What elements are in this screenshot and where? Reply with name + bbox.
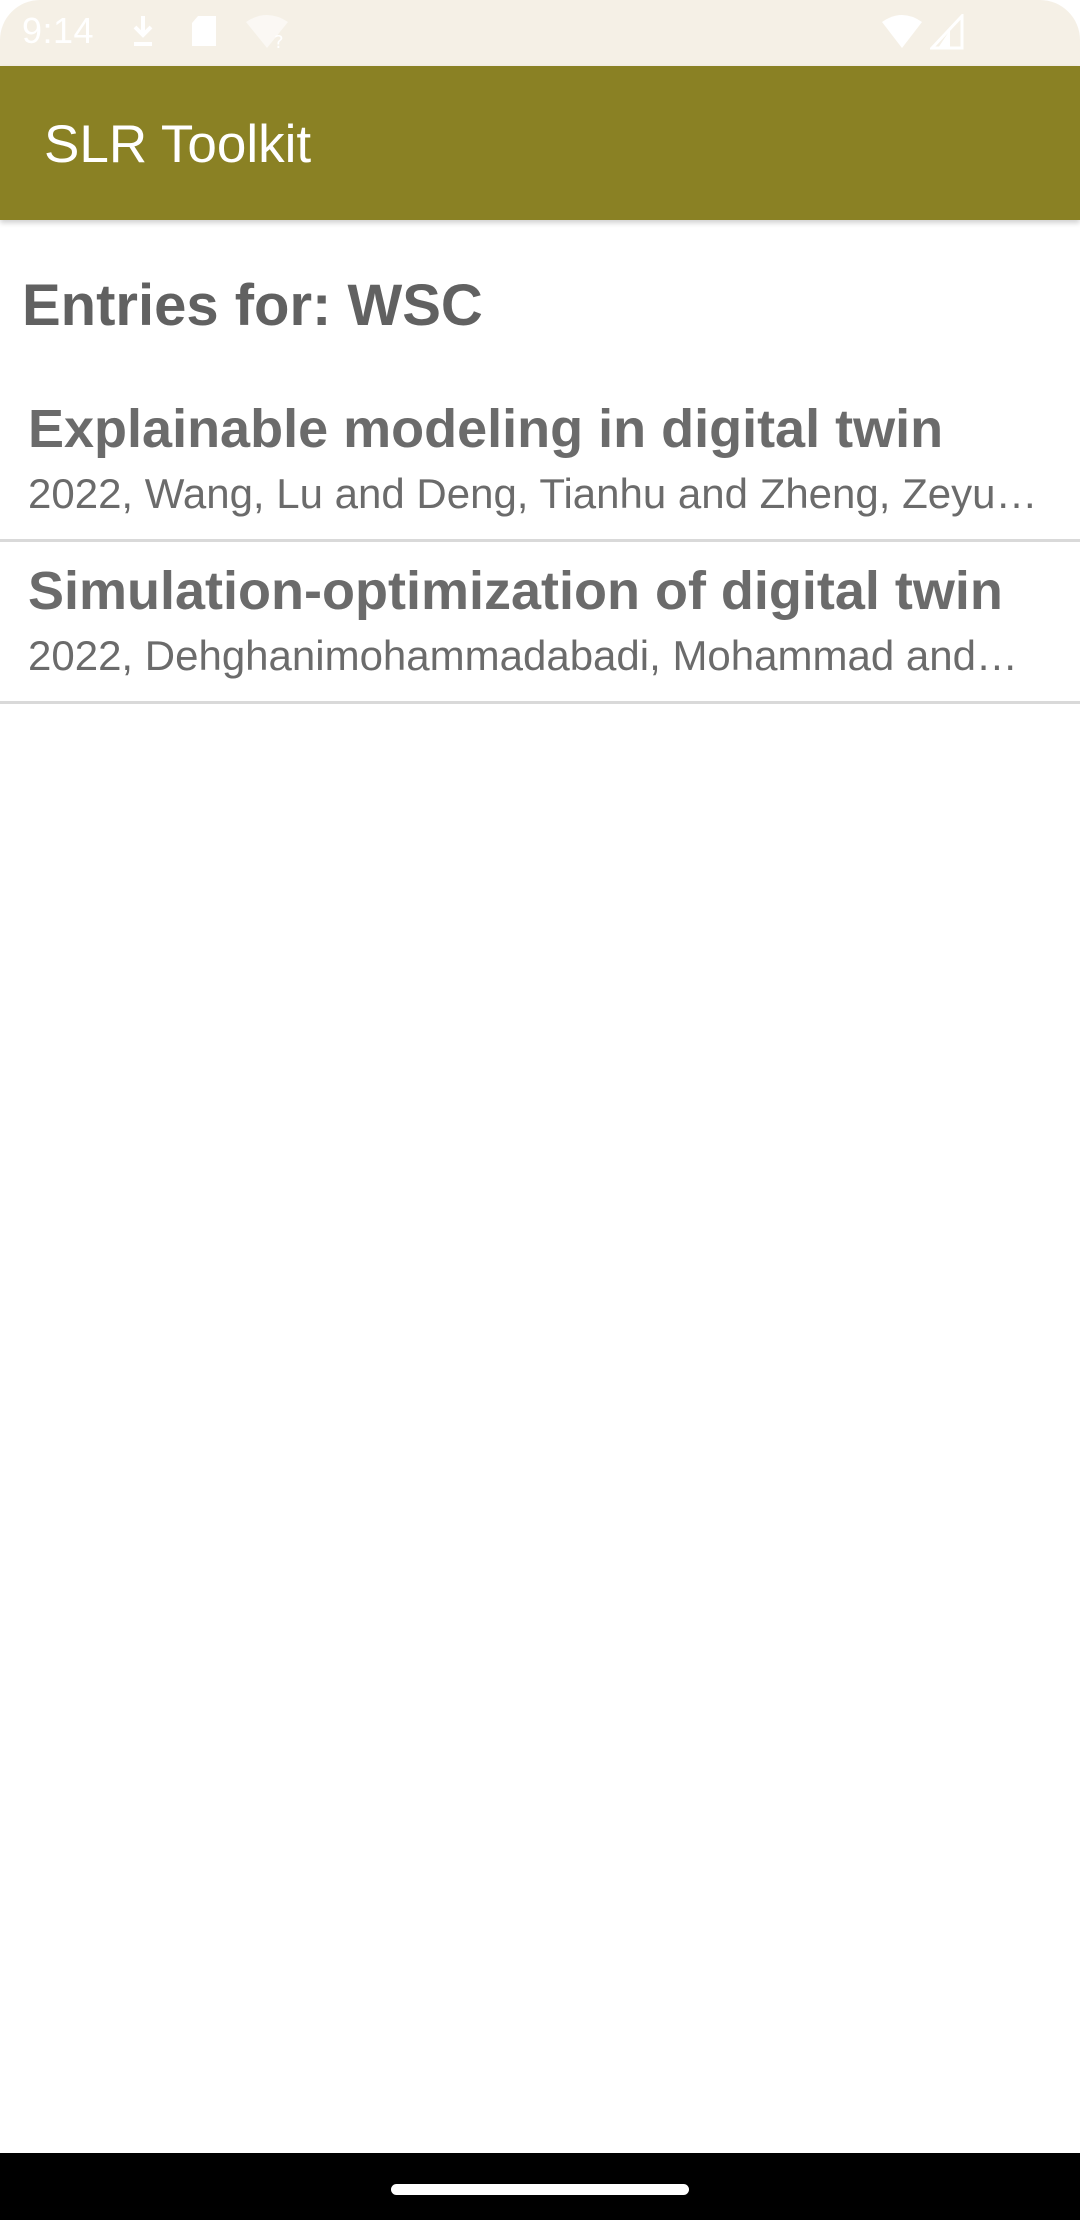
entry-subtitle: 2022, Wang, Lu and Deng, Tianhu and Zhen… [28, 470, 1038, 517]
page-title: Entries for: WSC [22, 273, 483, 338]
home-gesture-handle[interactable] [391, 2184, 689, 2195]
status-time: 9:14 [22, 10, 95, 51]
download-icon [130, 14, 156, 55]
wifi-question-icon: ? [244, 14, 290, 55]
list-item[interactable]: Explainable modeling in digital twin 202… [0, 380, 1080, 542]
wifi-icon [880, 14, 924, 55]
sd-card-icon [190, 14, 218, 53]
app-bar: SLR Toolkit [0, 66, 1080, 220]
entry-list: Explainable modeling in digital twin 202… [0, 380, 1080, 704]
app-title: SLR Toolkit [44, 115, 312, 174]
status-bar: 9:14 ? [0, 0, 1080, 66]
entry-title: Explainable modeling in digital twin [28, 399, 944, 459]
entry-title: Simulation-optimization of digital twin [28, 561, 1003, 621]
navigation-bar [0, 2153, 1080, 2220]
svg-text:?: ? [274, 32, 284, 50]
entry-subtitle: 2022, Dehghanimohammadabadi, Mohammad an… [28, 632, 1018, 679]
list-item[interactable]: Simulation-optimization of digital twin … [0, 542, 1080, 704]
signal-icon [928, 12, 964, 55]
